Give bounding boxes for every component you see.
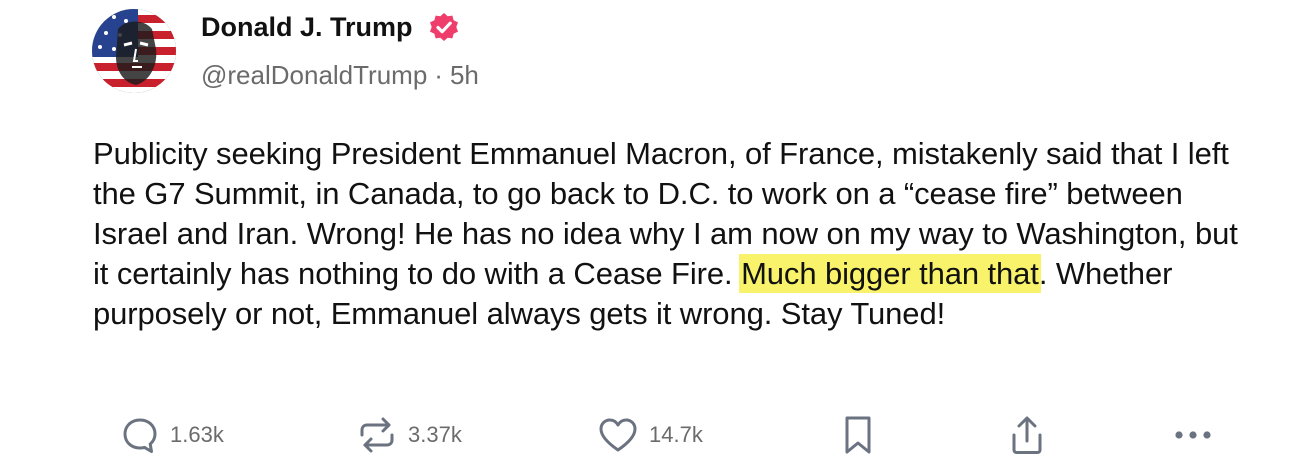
retruth-icon: [360, 417, 394, 453]
verified-badge-icon: [430, 13, 458, 41]
reply-count: 1.63k: [170, 422, 224, 447]
retruth-button[interactable]: 3.37k: [356, 410, 462, 460]
highlighted-phrase: Much bigger than that: [741, 256, 1039, 291]
avatar-flag-portrait-icon: [92, 9, 176, 93]
truth-post: Donald J. Trump @realDonaldTrump · 5h Publ…: [0, 0, 1305, 470]
bookmark-icon: [845, 416, 871, 454]
share-button[interactable]: [1006, 410, 1048, 460]
author-handle[interactable]: @realDonaldTrump: [201, 60, 427, 90]
post-timestamp[interactable]: 5h: [450, 60, 479, 90]
retruth-count: 3.37k: [408, 422, 462, 447]
author-name[interactable]: Donald J. Trump: [201, 12, 413, 43]
like-button[interactable]: 14.7k: [597, 410, 703, 460]
more-options-button[interactable]: [1172, 410, 1214, 460]
like-count: 14.7k: [649, 422, 703, 447]
post-meta: @realDonaldTrump · 5h: [201, 60, 479, 91]
meta-separator: ·: [434, 60, 443, 90]
bookmark-button[interactable]: [841, 410, 875, 460]
share-icon: [1012, 416, 1042, 454]
heart-icon: [599, 418, 637, 452]
post-body: Publicity seeking President Emmanuel Mac…: [93, 134, 1253, 334]
more-dots-icon: [1175, 431, 1211, 439]
reply-bubble-icon: [123, 418, 157, 453]
reply-button[interactable]: 1.63k: [120, 410, 224, 460]
action-bar: 1.63k 3.37k 14.7k: [0, 410, 1305, 460]
author-avatar[interactable]: [92, 9, 176, 93]
